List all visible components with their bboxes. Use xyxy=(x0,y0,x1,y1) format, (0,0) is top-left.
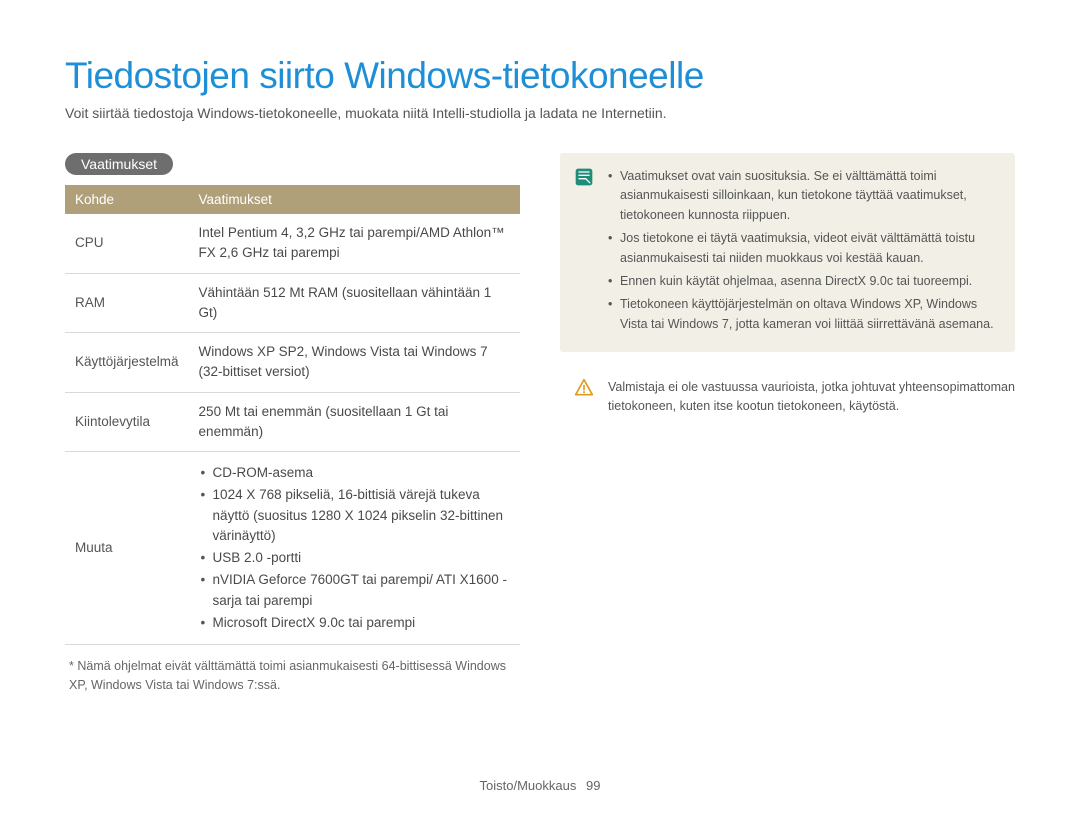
col-header-kohde: Kohde xyxy=(65,185,189,214)
req-value: Intel Pentium 4, 3,2 GHz tai parempi/AMD… xyxy=(189,214,520,273)
warning-text: Valmistaja ei ole vastuussa vaurioista, … xyxy=(608,378,1015,417)
req-label: Käyttöjärjestelmä xyxy=(65,333,189,393)
footnote-text: * Nämä ohjelmat eivät välttämättä toimi … xyxy=(65,657,520,695)
req-value-other: CD-ROM-asema 1024 X 768 pikseliä, 16-bit… xyxy=(189,452,520,645)
memo-icon xyxy=(574,167,594,187)
col-header-vaatimukset: Vaatimukset xyxy=(189,185,520,214)
req-value: Windows XP SP2, Windows Vista tai Window… xyxy=(189,333,520,393)
other-item: nVIDIA Geforce 7600GT tai parempi/ ATI X… xyxy=(199,570,510,611)
warning-icon xyxy=(574,378,594,398)
table-row: Muuta CD-ROM-asema 1024 X 768 pikseliä, … xyxy=(65,452,520,645)
req-label-other: Muuta xyxy=(65,452,189,645)
intro-text: Voit siirtää tiedostoja Windows-tietokon… xyxy=(65,105,1015,121)
other-item: CD-ROM-asema xyxy=(199,463,510,483)
info-note-item: Jos tietokone ei täytä vaatimuksia, vide… xyxy=(608,229,999,268)
right-column: Vaatimukset ovat vain suosituksia. Se ei… xyxy=(560,153,1015,695)
other-item: 1024 X 768 pikseliä, 16-bittisiä värejä … xyxy=(199,485,510,546)
req-label: RAM xyxy=(65,273,189,333)
footer-section: Toisto/Muokkaus xyxy=(480,778,577,793)
req-label: Kiintolevytila xyxy=(65,392,189,452)
info-note-item: Tietokoneen käyttöjärjestelmän on oltava… xyxy=(608,295,999,334)
req-label: CPU xyxy=(65,214,189,273)
req-value: Vähintään 512 Mt RAM (suositellaan vähin… xyxy=(189,273,520,333)
warning-box: Valmistaja ei ole vastuussa vaurioista, … xyxy=(560,378,1015,417)
other-item: USB 2.0 -portti xyxy=(199,548,510,568)
table-row: Käyttöjärjestelmä Windows XP SP2, Window… xyxy=(65,333,520,393)
info-note-box: Vaatimukset ovat vain suosituksia. Se ei… xyxy=(560,153,1015,352)
info-note-item: Vaatimukset ovat vain suosituksia. Se ei… xyxy=(608,167,999,225)
table-row: RAM Vähintään 512 Mt RAM (suositellaan v… xyxy=(65,273,520,333)
other-item: Microsoft DirectX 9.0c tai parempi xyxy=(199,613,510,633)
left-column: Vaatimukset Kohde Vaatimukset CPU Intel … xyxy=(65,153,520,695)
table-row: CPU Intel Pentium 4, 3,2 GHz tai parempi… xyxy=(65,214,520,273)
info-note-item: Ennen kuin käytät ohjelmaa, asenna Direc… xyxy=(608,272,999,291)
page-footer: Toisto/Muokkaus 99 xyxy=(0,778,1080,793)
requirements-table: Kohde Vaatimukset CPU Intel Pentium 4, 3… xyxy=(65,185,520,645)
footer-page-number: 99 xyxy=(586,778,600,793)
table-row: Kiintolevytila 250 Mt tai enemmän (suosi… xyxy=(65,392,520,452)
page-title: Tiedostojen siirto Windows-tietokoneelle xyxy=(65,55,1015,97)
section-heading-pill: Vaatimukset xyxy=(65,153,173,175)
req-value: 250 Mt tai enemmän (suositellaan 1 Gt ta… xyxy=(189,392,520,452)
